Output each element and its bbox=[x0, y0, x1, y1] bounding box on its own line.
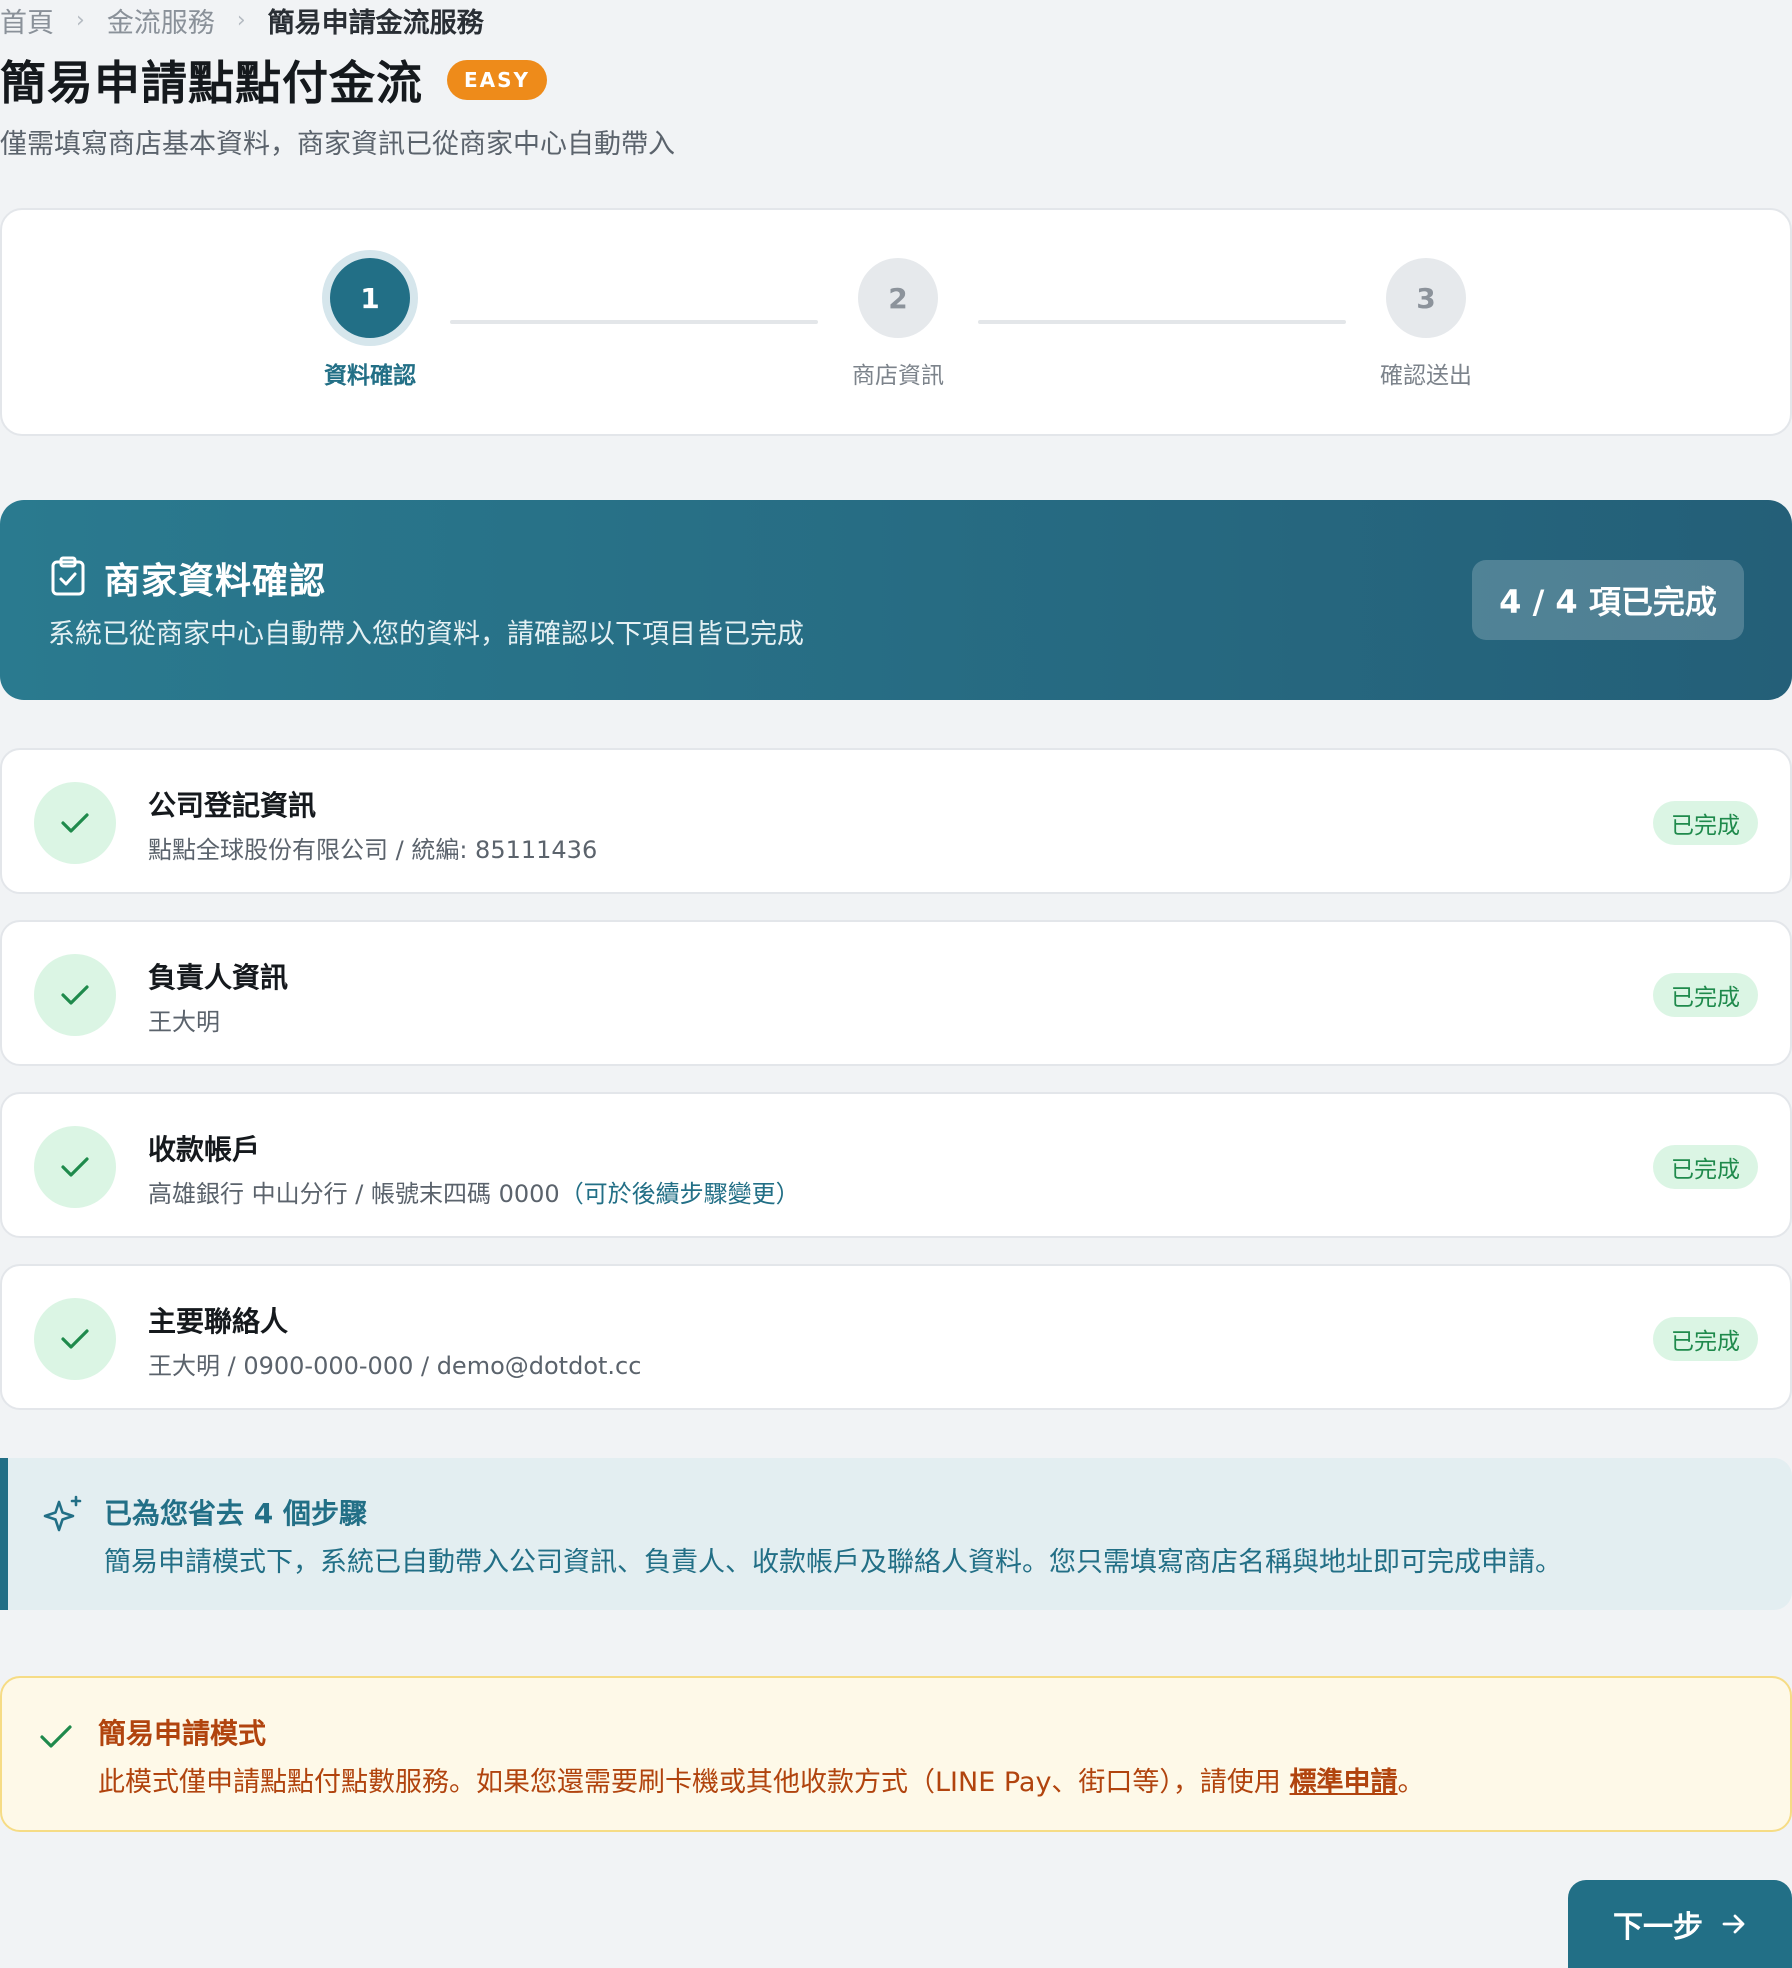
next-step-label: 下一步 bbox=[1613, 1910, 1703, 1945]
item-title: 負責人資訊 bbox=[148, 961, 289, 994]
item-title: 主要聯絡人 bbox=[148, 1305, 289, 1338]
item-responsible-person: 負責人資訊 王大明 已完成 bbox=[0, 920, 1792, 1066]
item-detail: 王大明 / 0900-000-000 / demo@dotdot.cc bbox=[148, 1346, 641, 1381]
completion-counter: 4 / 4 項已完成 bbox=[1472, 560, 1744, 640]
check-icon bbox=[40, 1725, 72, 1748]
status-badge: 已完成 bbox=[1653, 801, 1758, 845]
page-title: 簡易申請點點付金流 bbox=[0, 56, 423, 110]
step-2: 2 商店資訊 bbox=[798, 258, 998, 390]
easy-mode-notice: 簡易申請模式 此模式僅申請點點付點數服務。如果您還需要刷卡機或其他收款方式（LI… bbox=[0, 1676, 1792, 1832]
step-3: 3 確認送出 bbox=[1326, 258, 1526, 390]
status-badge: 已完成 bbox=[1653, 1317, 1758, 1361]
step-1-label: 資料確認 bbox=[324, 363, 416, 389]
step-connector bbox=[450, 320, 818, 324]
check-icon bbox=[34, 1126, 116, 1208]
item-detail-text: 高雄銀行 中山分行 / 帳號末四碼 0000 bbox=[148, 1180, 560, 1208]
step-1-number: 1 bbox=[330, 258, 410, 338]
chevron-right-icon: › bbox=[236, 7, 246, 33]
notice-title: 簡易申請模式 bbox=[98, 1717, 267, 1750]
step-3-label: 確認送出 bbox=[1380, 363, 1472, 389]
item-payout-account: 收款帳戶 高雄銀行 中山分行 / 帳號末四碼 0000（可於後續步驟變更） 已完… bbox=[0, 1092, 1792, 1238]
standard-application-link[interactable]: 標準申請 bbox=[1290, 1767, 1398, 1798]
item-detail-note: （可於後續步驟變更） bbox=[559, 1180, 800, 1208]
item-detail: 高雄銀行 中山分行 / 帳號末四碼 0000（可於後續步驟變更） bbox=[148, 1174, 800, 1209]
step-2-number: 2 bbox=[858, 258, 938, 338]
banner-description: 系統已從商家中心自動帶入您的資料，請確認以下項目皆已完成 bbox=[48, 619, 804, 650]
info-description: 簡易申請模式下，系統已自動帶入公司資訊、負責人、收款帳戶及聯絡人資料。您只需填寫… bbox=[104, 1547, 1562, 1578]
item-title: 收款帳戶 bbox=[148, 1133, 261, 1166]
item-detail: 點點全球股份有限公司 / 統編: 85111436 bbox=[148, 830, 597, 865]
sparkle-icon bbox=[43, 1495, 82, 1532]
notice-description: 此模式僅申請點點付點數服務。如果您還需要刷卡機或其他收款方式（LINE Pay、… bbox=[98, 1760, 1425, 1799]
page-subtitle: 僅需填寫商店基本資料，商家資訊已從商家中心自動帶入 bbox=[0, 129, 675, 160]
step-1: 1 資料確認 bbox=[270, 258, 470, 390]
chevron-right-icon: › bbox=[76, 7, 85, 33]
next-step-button[interactable]: 下一步 bbox=[1568, 1880, 1792, 1968]
arrow-right-icon bbox=[1722, 1914, 1745, 1934]
clipboard-check-icon bbox=[51, 556, 85, 596]
step-3-number: 3 bbox=[1386, 258, 1466, 338]
breadcrumb-home-link[interactable]: 首頁 bbox=[0, 1, 54, 40]
info-title: 已為您省去 4 個步驟 bbox=[104, 1497, 367, 1530]
check-icon bbox=[34, 954, 116, 1036]
item-detail: 王大明 bbox=[148, 1002, 220, 1037]
breadcrumb-payment-services-link[interactable]: 金流服務 bbox=[107, 1, 215, 40]
banner-title: 商家資料確認 bbox=[104, 561, 327, 602]
step-connector bbox=[978, 320, 1346, 324]
status-badge: 已完成 bbox=[1653, 973, 1758, 1017]
item-detail-text: 王大明 bbox=[148, 1008, 220, 1036]
item-company-registration: 公司登記資訊 點點全球股份有限公司 / 統編: 85111436 已完成 bbox=[0, 748, 1792, 894]
item-detail-text: 點點全球股份有限公司 / 統編: 85111436 bbox=[148, 836, 598, 864]
breadcrumb: 首頁 › 金流服務 › 簡易申請金流服務 bbox=[0, 1, 484, 40]
easy-badge: EASY bbox=[447, 60, 548, 100]
stepper: 1 資料確認 2 商店資訊 3 確認送出 bbox=[0, 208, 1792, 436]
item-main-contact: 主要聯絡人 王大明 / 0900-000-000 / demo@dotdot.c… bbox=[0, 1264, 1792, 1410]
notice-text: 此模式僅申請點點付點數服務。如果您還需要刷卡機或其他收款方式（LINE Pay、… bbox=[98, 1767, 1281, 1798]
breadcrumb-current: 簡易申請金流服務 bbox=[267, 7, 484, 39]
check-icon bbox=[34, 1298, 116, 1380]
steps-saved-info: 已為您省去 4 個步驟 簡易申請模式下，系統已自動帶入公司資訊、負責人、收款帳戶… bbox=[0, 1458, 1792, 1610]
item-title: 公司登記資訊 bbox=[148, 789, 317, 822]
step-2-label: 商店資訊 bbox=[852, 363, 944, 389]
item-detail-text: 王大明 / 0900-000-000 / demo@dotdot.cc bbox=[148, 1352, 642, 1380]
notice-suffix: 。 bbox=[1397, 1767, 1425, 1798]
check-icon bbox=[34, 782, 116, 864]
status-badge: 已完成 bbox=[1653, 1145, 1758, 1189]
title-row: 簡易申請點點付金流 EASY bbox=[0, 50, 548, 110]
merchant-confirm-banner: 商家資料確認 系統已從商家中心自動帶入您的資料，請確認以下項目皆已完成 4 / … bbox=[0, 500, 1792, 700]
